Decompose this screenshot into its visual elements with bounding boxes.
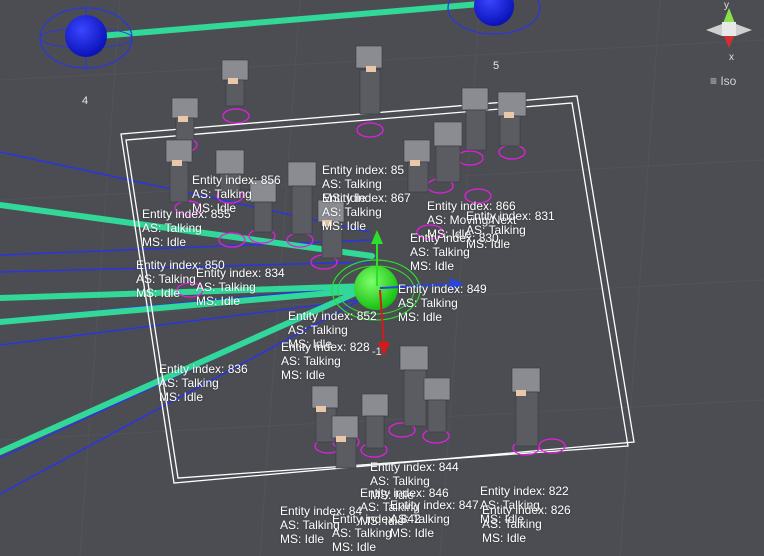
projection-label: Iso: [720, 74, 737, 88]
entity-label: Entity index: 830 AS: Talking MS: Idle: [410, 231, 499, 273]
gizmo-y-label: y: [724, 0, 729, 11]
gizmo-x-label: x: [729, 52, 734, 63]
projection-toggle[interactable]: ≡ Iso: [710, 74, 736, 88]
blue-sphere-4[interactable]: [39, 6, 133, 70]
marker-5: 5: [493, 60, 500, 72]
entity-label: Entity index: 836 AS: Talking MS: Idle: [159, 362, 248, 404]
entity-label: Entity index: 834 AS: Talking MS: Idle: [196, 266, 285, 308]
entity-label: Entity index: 828 AS: Talking MS: Idle: [281, 340, 370, 382]
entity-label: Entity index: 849 AS: Talking MS: Idle: [398, 282, 487, 324]
scene-viewport[interactable]: 4 5 -1 Entity index: 856 AS: Talking MS: I…: [0, 0, 764, 556]
entity-label: Entity index: 826 AS: Talking MS: Idle: [482, 503, 571, 545]
entity-label: Entity index: 855 AS: Talking MS: Idle: [142, 207, 231, 249]
entity-label: Entity index: 867 AS: Talking MS: Idle: [322, 191, 411, 233]
menu-icon: ≡: [710, 74, 721, 88]
entity-label: Entity index: 842 AS: Talking MS: Idle: [332, 512, 421, 554]
orientation-gizmo[interactable]: [706, 8, 752, 48]
marker-4: 4: [82, 95, 89, 107]
